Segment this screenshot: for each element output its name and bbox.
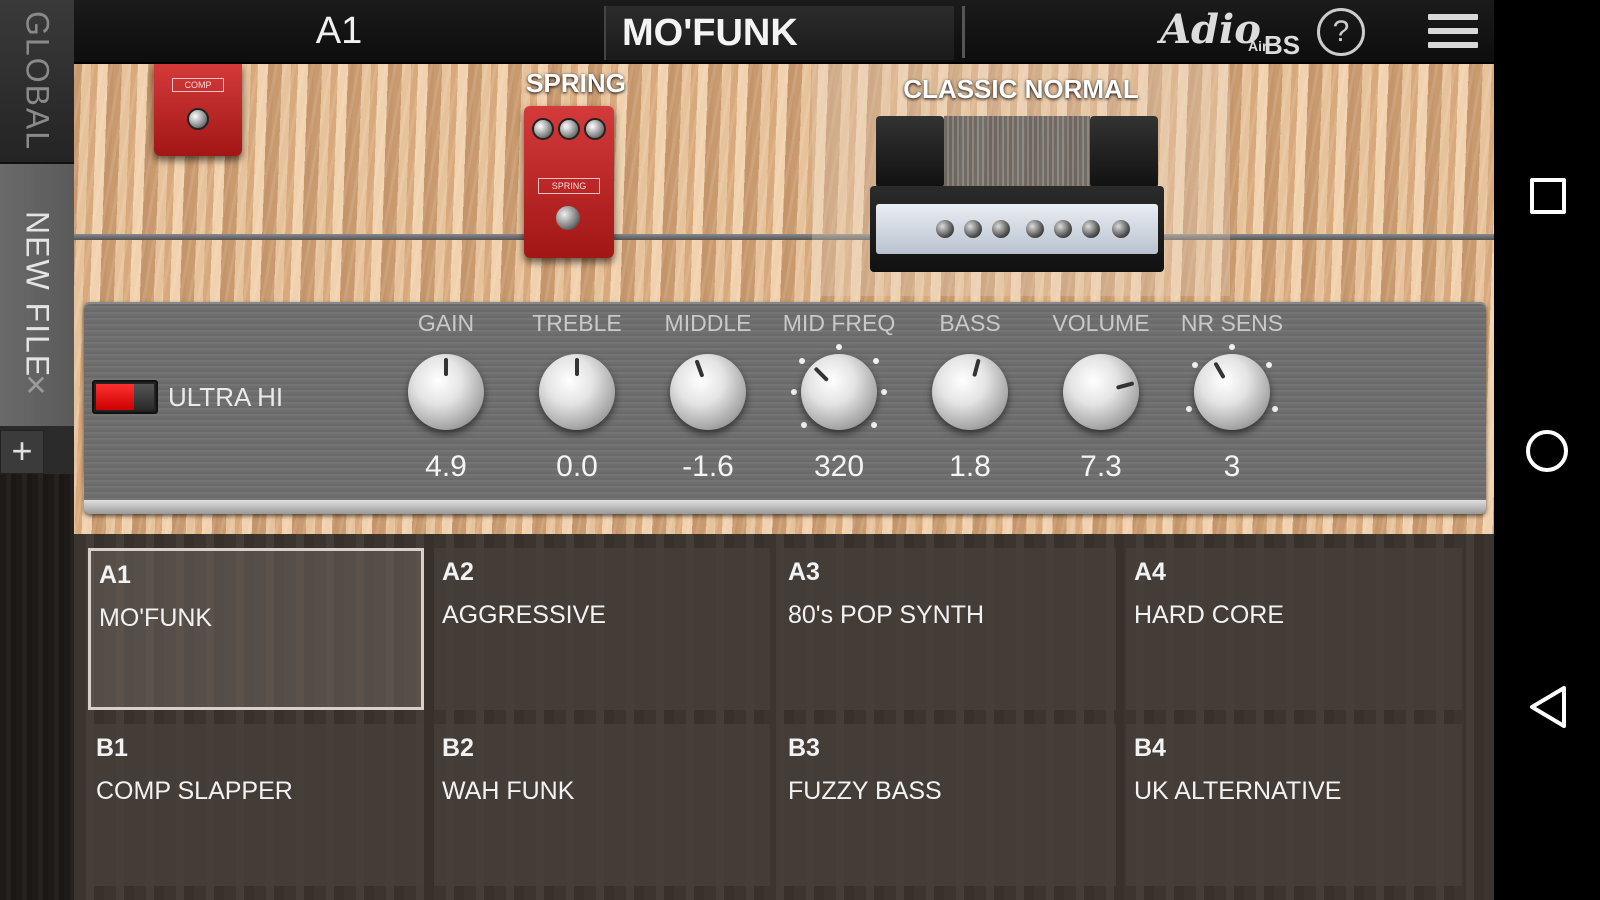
logo-bs: BS [1264, 30, 1301, 60]
close-tab-icon[interactable]: ✕ [20, 370, 52, 402]
toggle-led [96, 384, 134, 410]
spring-footswitch [556, 206, 580, 230]
treble-control: TREBLE 0.0 [512, 302, 642, 502]
preset-cell-a2[interactable]: A2 AGGRESSIVE [434, 548, 770, 710]
top-bar: A1 MO'FUNK Adio Air BS ? [74, 0, 1494, 64]
amp-cabinet-left [876, 116, 944, 188]
add-tab-button[interactable]: + [0, 430, 44, 474]
adio-air-bs-logo: Adio Air BS [1160, 6, 1300, 60]
divider [962, 6, 965, 58]
amp-model-name: CLASSIC NORMAL [903, 74, 1139, 104]
sidebar: GLOBAL NEW FILE ✕ + [0, 0, 74, 900]
preset-cell-a3[interactable]: A3 80's POP SYNTH [780, 548, 1116, 710]
tab-new-file-label: NEW FILE [19, 211, 56, 379]
spring-reverb-pedal[interactable]: SPRING [524, 106, 614, 258]
preset-name-b2: WAH FUNK [442, 777, 575, 805]
gain-label: GAIN [417, 310, 475, 336]
preset-cell-b3[interactable]: B3 FUZZY BASS [780, 724, 1116, 886]
preset-slot-a4: A4 [1134, 558, 1166, 586]
amp-control-face[interactable] [870, 186, 1164, 272]
recents-square-icon[interactable] [1530, 178, 1566, 214]
bass-knob[interactable] [932, 354, 1008, 430]
preset-cell-b1[interactable]: B1 COMP SLAPPER [88, 724, 424, 886]
sidebar-wood-background [0, 474, 74, 900]
preset-slot-b1: B1 [96, 734, 128, 762]
preset-slot-a1: A1 [99, 561, 131, 589]
help-icon[interactable]: ? [1317, 8, 1365, 56]
volume-label: VOLUME [1052, 310, 1150, 336]
signal-cable [74, 234, 1494, 240]
nr-sens-label: NR SENS [1180, 310, 1284, 336]
preset-name-b4: UK ALTERNATIVE [1134, 777, 1342, 805]
middle-label: MIDDLE [664, 310, 752, 336]
amp-control-panel: ULTRA HI GAIN 4.9 TREBLE 0.0 MIDDLE -1.6… [84, 302, 1486, 514]
nr-sens-control: NR SENS 3 [1167, 302, 1297, 502]
amp-tubes [944, 116, 1090, 188]
volume-control: VOLUME 7.3 [1036, 302, 1166, 502]
toggle-thumb [134, 384, 154, 410]
comp-pedal-knob [187, 108, 209, 130]
tab-global-label: GLOBAL [19, 10, 56, 152]
spring-knob-3 [584, 118, 606, 140]
current-preset-slot[interactable]: A1 [74, 0, 604, 62]
preset-slot-a2: A2 [442, 558, 474, 586]
ultra-hi-label: ULTRA HI [168, 382, 284, 412]
bass-label: BASS [939, 310, 1001, 336]
gain-value: 4.9 [425, 450, 467, 483]
preset-name-a2: AGGRESSIVE [442, 601, 606, 629]
comp-pedal[interactable]: COMP [154, 64, 242, 156]
volume-value: 7.3 [1080, 450, 1122, 483]
middle-control: MIDDLE -1.6 [643, 302, 773, 502]
current-preset-name[interactable]: MO'FUNK [604, 6, 954, 60]
bass-value: 1.8 [949, 450, 991, 483]
home-circle-icon[interactable] [1526, 430, 1568, 472]
logo-script: Adio [1160, 6, 1261, 53]
bass-control: BASS 1.8 [905, 302, 1035, 502]
preset-cell-a1[interactable]: A1 MO'FUNK [88, 548, 424, 710]
spring-pedal-badge: SPRING [538, 178, 600, 194]
treble-knob[interactable] [539, 354, 615, 430]
preset-name-b3: FUZZY BASS [788, 777, 942, 805]
preset-name-b1: COMP SLAPPER [96, 777, 293, 805]
treble-label: TREBLE [532, 310, 622, 336]
comp-pedal-badge: COMP [172, 78, 224, 92]
panel-rail [84, 500, 1486, 514]
middle-value: -1.6 [682, 450, 734, 483]
treble-value: 0.0 [556, 450, 598, 483]
middle-knob[interactable] [670, 354, 746, 430]
ultra-hi-toggle[interactable] [92, 380, 158, 414]
amp-cabinet-right [1090, 116, 1158, 188]
gain-control: GAIN 4.9 [381, 302, 511, 502]
mid-freq-value: 320 [813, 450, 865, 483]
preset-cell-b4[interactable]: B4 UK ALTERNATIVE [1126, 724, 1462, 886]
mid-freq-control: MID FREQ 320 [774, 302, 904, 502]
spring-pedal-title: SPRING [526, 68, 626, 98]
spring-knob-1 [532, 118, 554, 140]
nr-sens-knob[interactable] [1194, 354, 1270, 430]
preset-grid: A1 MO'FUNK A2 AGGRESSIVE A3 80's POP SYN… [74, 534, 1494, 900]
android-nav-bar [1494, 0, 1600, 900]
hamburger-menu-icon[interactable] [1428, 14, 1478, 54]
preset-cell-a4[interactable]: A4 HARD CORE [1126, 548, 1462, 710]
nr-sens-value: 3 [1223, 450, 1241, 483]
preset-name-a3: 80's POP SYNTH [788, 601, 985, 629]
preset-name-a4: HARD CORE [1134, 601, 1285, 629]
volume-knob[interactable] [1063, 354, 1139, 430]
preset-slot-b4: B4 [1134, 734, 1166, 762]
gain-knob[interactable] [408, 354, 484, 430]
tab-global[interactable]: GLOBAL [0, 0, 74, 164]
back-triangle-icon[interactable] [1528, 684, 1568, 730]
preset-slot-b3: B3 [788, 734, 820, 762]
preset-cell-b2[interactable]: B2 WAH FUNK [434, 724, 770, 886]
preset-name-a1: MO'FUNK [99, 604, 213, 632]
spring-knob-2 [558, 118, 580, 140]
mid-freq-knob[interactable] [801, 354, 877, 430]
preset-slot-b2: B2 [442, 734, 474, 762]
mid-freq-label: MID FREQ [782, 310, 896, 336]
preset-slot-a3: A3 [788, 558, 820, 586]
